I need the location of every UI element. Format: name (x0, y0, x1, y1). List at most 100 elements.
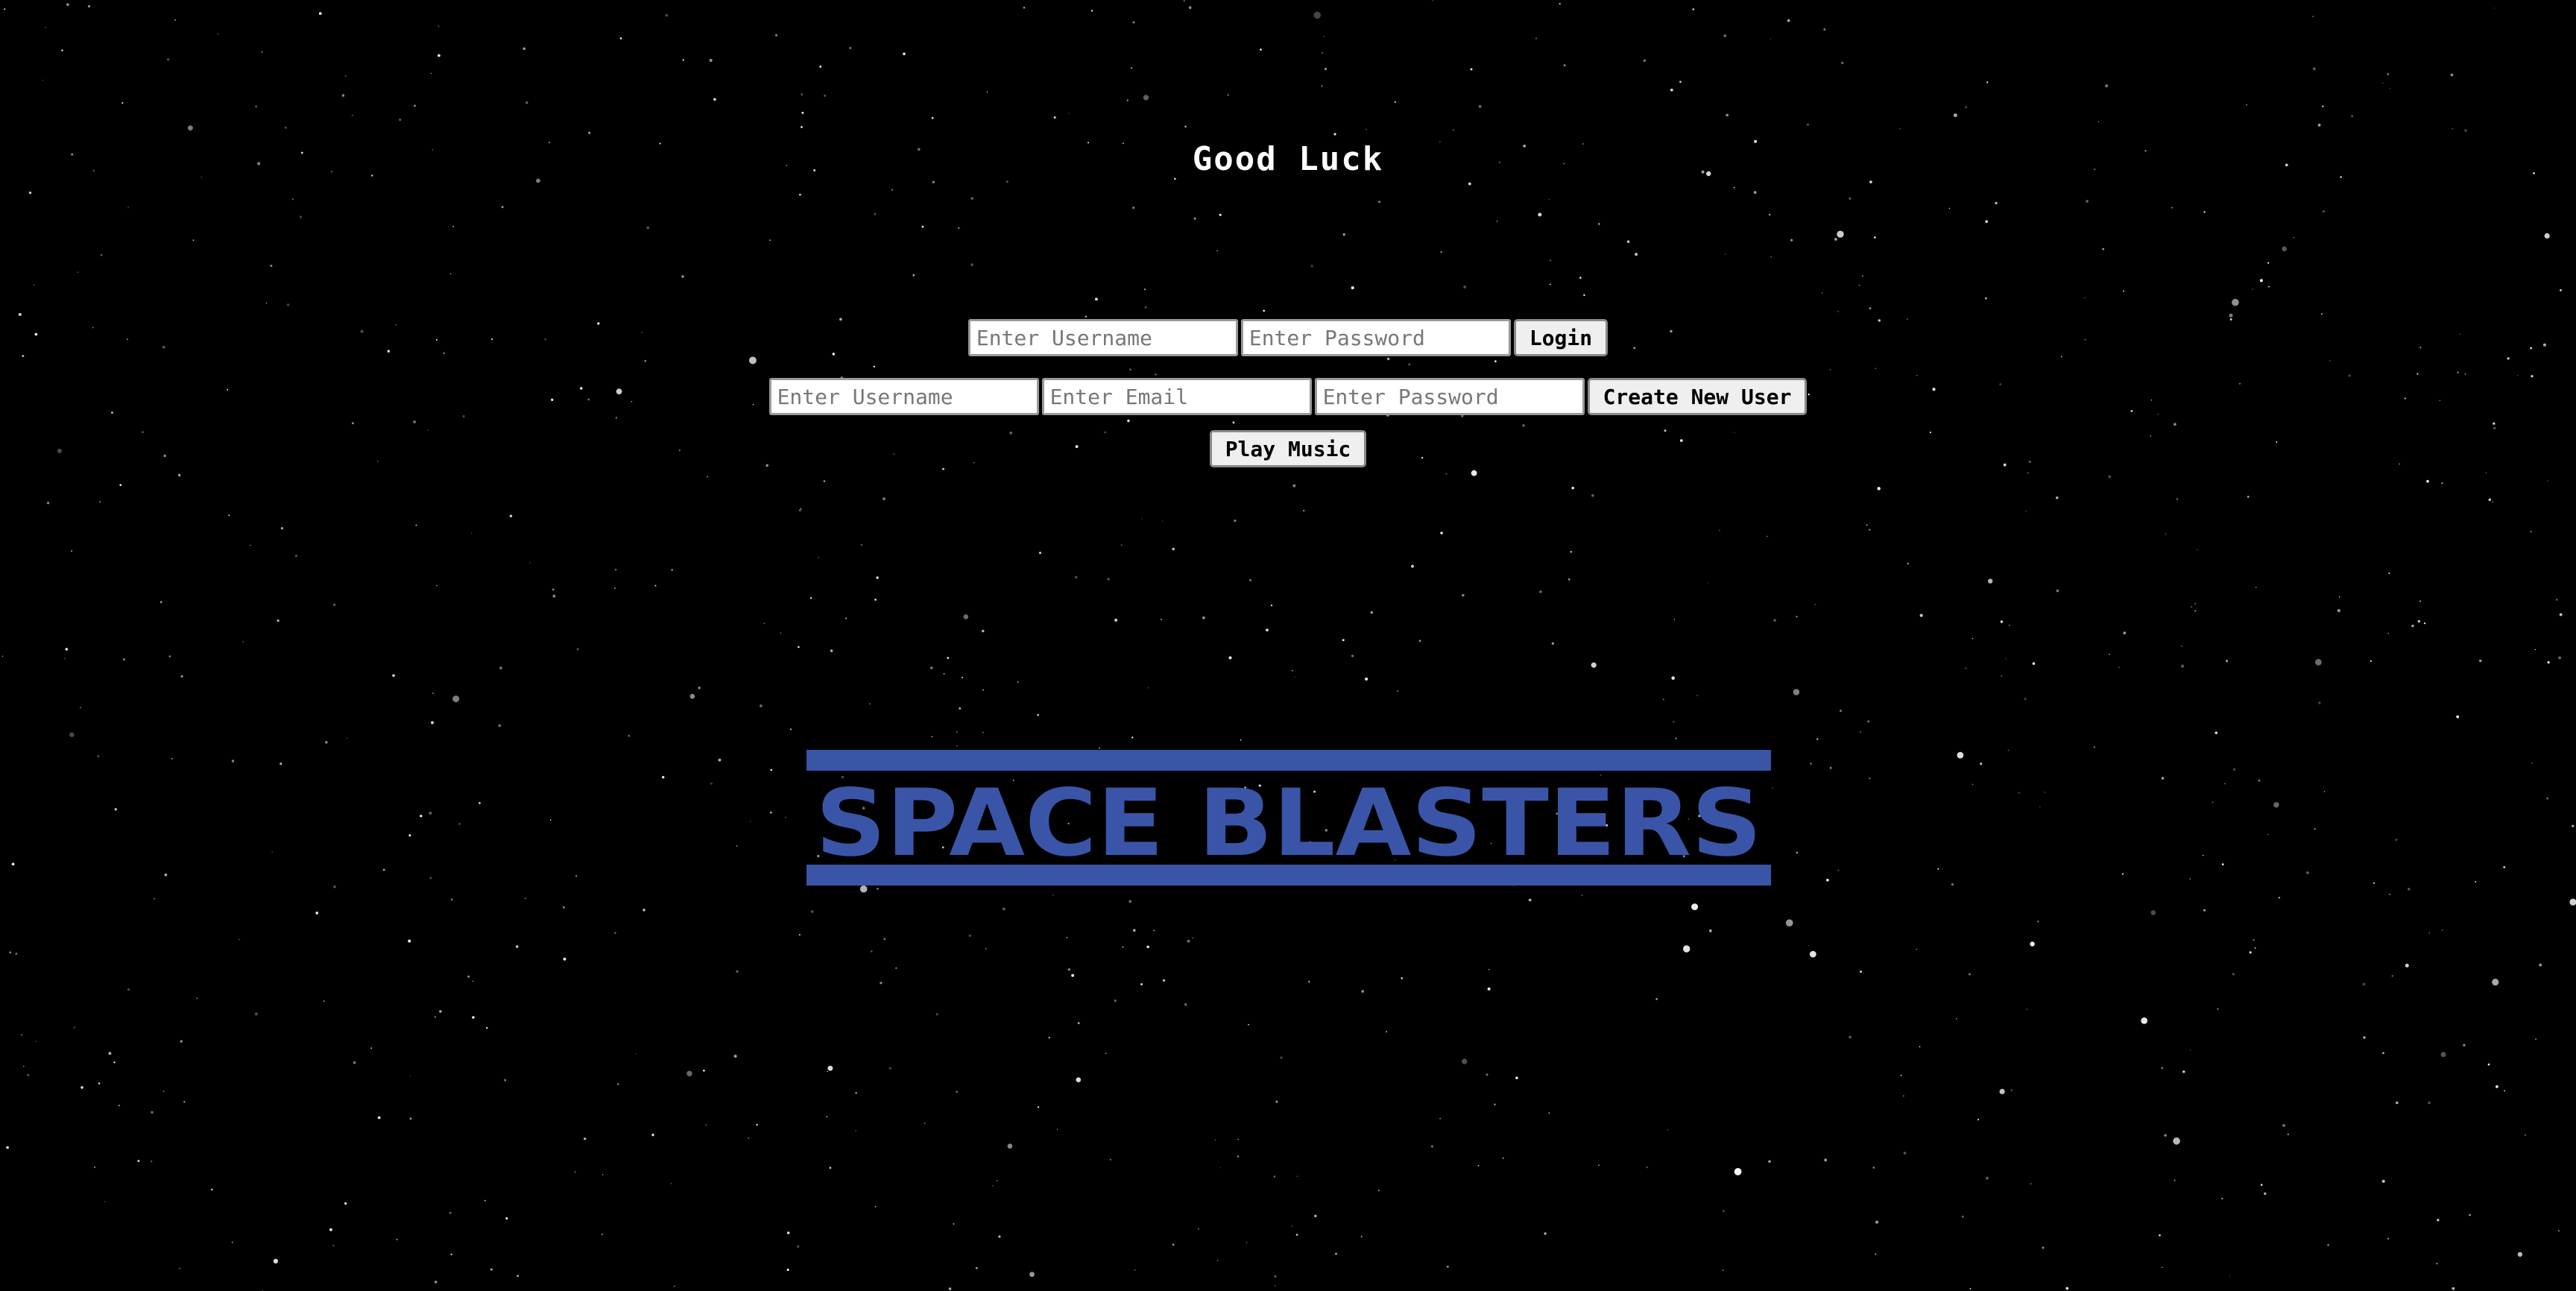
login-form: Login (0, 319, 2576, 356)
star (1202, 616, 1205, 619)
star (151, 1111, 154, 1114)
star (1365, 678, 1368, 681)
star (2282, 1124, 2285, 1127)
star (127, 206, 129, 209)
star (171, 757, 173, 760)
play-music-button[interactable]: Play Music (1209, 430, 1367, 467)
star (912, 274, 915, 277)
star (615, 417, 618, 419)
star (1144, 288, 1146, 291)
create-password-input[interactable] (1314, 378, 1585, 415)
star (710, 782, 713, 785)
star (1198, 1228, 1199, 1230)
star (1453, 129, 1454, 130)
login-button[interactable]: Login (1513, 319, 1609, 356)
star (273, 1258, 278, 1264)
star (100, 253, 103, 256)
login-password-input[interactable] (1240, 319, 1511, 356)
star (1985, 297, 1987, 300)
star (2503, 866, 2505, 868)
star (1849, 197, 1852, 200)
star (614, 569, 617, 571)
star (970, 263, 973, 267)
star (713, 98, 716, 101)
login-username-input[interactable] (967, 319, 1238, 356)
star (883, 497, 886, 501)
star (2056, 496, 2059, 499)
star (1937, 868, 1939, 870)
star (1146, 945, 1149, 949)
star (1163, 979, 1165, 982)
star (523, 47, 526, 51)
star (801, 112, 804, 114)
star (1187, 939, 1190, 943)
star (255, 105, 257, 108)
star (2488, 498, 2492, 502)
star (1877, 487, 1881, 490)
star (167, 58, 170, 61)
create-username-input[interactable] (768, 378, 1039, 415)
star (1999, 1088, 2005, 1094)
star (2042, 1246, 2045, 1249)
star (2388, 572, 2390, 575)
star (1683, 945, 1690, 953)
star (1785, 919, 1793, 927)
star (1722, 1210, 1725, 1213)
star (1234, 520, 1237, 523)
star (970, 197, 974, 200)
star (1440, 251, 1442, 253)
star (2504, 1090, 2506, 1092)
star (271, 850, 274, 853)
star (1951, 883, 1954, 886)
star (1161, 619, 1162, 620)
star (992, 1185, 994, 1187)
star (2203, 211, 2206, 213)
star (1646, 1167, 1648, 1169)
create-email-input[interactable] (1041, 378, 1312, 415)
star (1810, 763, 1812, 765)
star (1948, 207, 1951, 209)
star (2560, 289, 2562, 291)
star (1869, 180, 1872, 184)
star (429, 812, 432, 815)
star (1986, 81, 1989, 83)
star (985, 947, 987, 950)
star (77, 271, 79, 274)
star (2173, 1137, 2180, 1145)
star (1767, 535, 1768, 537)
star (415, 524, 417, 526)
star (1122, 946, 1124, 948)
star (1007, 1143, 1013, 1149)
star (1075, 575, 1078, 579)
star (827, 1070, 829, 1073)
star (1076, 1077, 1082, 1082)
star (123, 658, 125, 660)
star (1291, 1225, 1292, 1227)
star (2161, 777, 2165, 780)
star (2411, 625, 2414, 628)
star (2086, 200, 2089, 203)
star (42, 80, 44, 81)
star (6, 1146, 9, 1149)
star (826, 1116, 828, 1117)
star (1515, 1076, 1518, 1079)
star (2387, 1237, 2390, 1240)
star (1837, 230, 1844, 238)
star (1029, 1272, 1035, 1278)
star (2437, 1219, 2440, 1222)
star (859, 885, 868, 893)
create-new-user-button[interactable]: Create New User (1587, 378, 1808, 415)
star (2436, 1263, 2438, 1265)
star (1471, 470, 1477, 476)
star (1790, 239, 1793, 242)
star (1579, 277, 1582, 279)
star (799, 193, 801, 196)
star (392, 674, 395, 678)
star (1662, 698, 1664, 701)
star (1821, 292, 1823, 294)
star (242, 640, 244, 643)
star (1965, 106, 1968, 109)
star (1248, 1023, 1249, 1026)
star (413, 420, 416, 423)
star (114, 808, 117, 811)
